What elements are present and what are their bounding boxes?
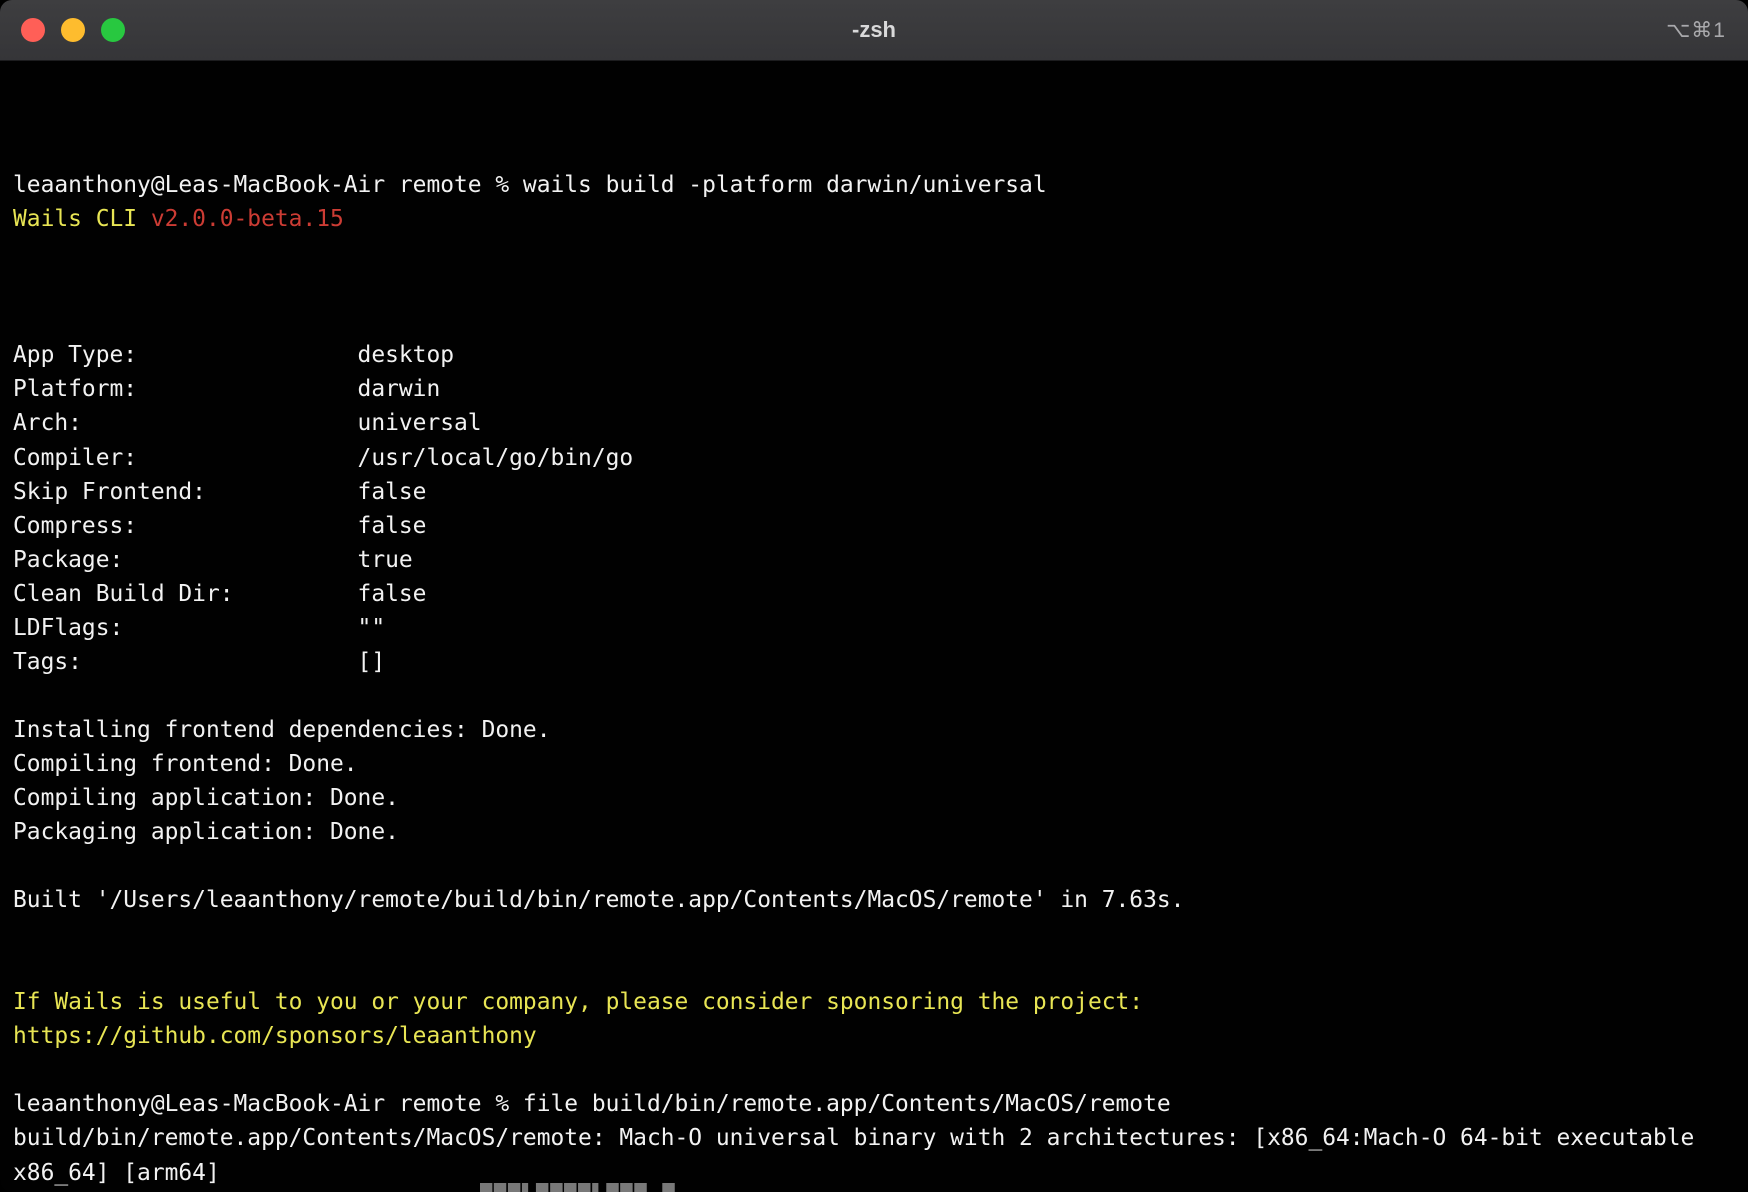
terminal-line: [13, 679, 1735, 713]
text-segment: build/bin/remote.app/Contents/MacOS/remo…: [13, 1125, 1694, 1151]
text-segment: v2.0.0-beta.15: [151, 206, 344, 232]
traffic-lights: [0, 18, 125, 42]
text-segment: Package: true: [13, 547, 413, 573]
terminal-line: Arch: universal: [13, 406, 1735, 440]
terminal-line: [13, 1053, 1735, 1087]
terminal-line: Package: true: [13, 543, 1735, 577]
terminal-line: Compiler: /usr/local/go/bin/go: [13, 441, 1735, 475]
text-segment: If Wails is useful to you or your compan…: [13, 989, 1143, 1015]
terminal-line: If Wails is useful to you or your compan…: [13, 985, 1735, 1019]
text-segment: Wails CLI: [13, 206, 151, 232]
terminal-line: Installing frontend dependencies: Done.: [13, 713, 1735, 747]
window-shortcut-badge: ⌥⌘1: [1666, 0, 1726, 60]
text-segment: Platform: darwin: [13, 376, 440, 402]
text-segment: x86_64] [arm64]: [13, 1160, 220, 1186]
terminal-line: Tags: []: [13, 645, 1735, 679]
titlebar[interactable]: -zsh ⌥⌘1: [0, 0, 1748, 61]
terminal-line: leaanthony@Leas-MacBook-Air remote % wai…: [13, 168, 1735, 202]
text-segment: App Type: desktop: [13, 342, 454, 368]
zoom-button[interactable]: [101, 18, 125, 42]
terminal-line: [13, 236, 1735, 270]
text-segment: leaanthony@Leas-MacBook-Air remote % fil…: [13, 1091, 1171, 1117]
terminal-line: build/bin/remote.app/Contents/MacOS/remo…: [13, 1121, 1735, 1155]
terminal-line: [13, 951, 1735, 985]
terminal-line: Skip Frontend: false: [13, 475, 1735, 509]
terminal-line: Compress: false: [13, 509, 1735, 543]
terminal-line: Clean Build Dir: false: [13, 577, 1735, 611]
terminal-line: Compiling frontend: Done.: [13, 747, 1735, 781]
terminal-window: -zsh ⌥⌘1 █▛▜▌▛█▜▛▌█▛▜ ▛ leaanthony@Leas-…: [0, 0, 1748, 1192]
terminal-line: Platform: darwin: [13, 372, 1735, 406]
text-segment: Compiling application: Done.: [13, 785, 399, 811]
text-segment: https://github.com/sponsors/leaanthony: [13, 1023, 537, 1049]
terminal-line: [13, 849, 1735, 883]
terminal-line: LDFlags: "": [13, 611, 1735, 645]
terminal-line: leaanthony@Leas-MacBook-Air remote % fil…: [13, 1087, 1735, 1121]
terminal-output[interactable]: █▛▜▌▛█▜▛▌█▛▜ ▛ leaanthony@Leas-MacBook-A…: [0, 61, 1748, 1192]
terminal-line: [13, 917, 1735, 951]
text-segment: Compiling frontend: Done.: [13, 751, 358, 777]
terminal-line: x86_64] [arm64]: [13, 1156, 1735, 1190]
terminal-line: [13, 304, 1735, 338]
text-segment: Tags: []: [13, 649, 385, 675]
terminal-line: Compiling application: Done.: [13, 781, 1735, 815]
clipped-glyphs: █▛▜▌▛█▜▛▌█▛▜ ▛: [480, 1183, 677, 1192]
text-segment: Clean Build Dir: false: [13, 581, 426, 607]
window-title: -zsh: [0, 0, 1748, 60]
terminal-line: App Type: desktop: [13, 338, 1735, 372]
terminal-line: Built '/Users/leaanthony/remote/build/bi…: [13, 883, 1735, 917]
text-segment: Skip Frontend: false: [13, 479, 426, 505]
terminal-line: https://github.com/sponsors/leaanthony: [13, 1019, 1735, 1053]
text-segment: Compress: false: [13, 513, 426, 539]
terminal-line: [13, 270, 1735, 304]
terminal-line: Packaging application: Done.: [13, 815, 1735, 849]
terminal-line: Wails CLI v2.0.0-beta.15: [13, 202, 1735, 236]
text-segment: LDFlags: "": [13, 615, 385, 641]
text-segment: Installing frontend dependencies: Done.: [13, 717, 550, 743]
text-segment: leaanthony@Leas-MacBook-Air remote % wai…: [13, 172, 1047, 198]
minimize-button[interactable]: [61, 18, 85, 42]
text-segment: Arch: universal: [13, 410, 482, 436]
text-segment: Packaging application: Done.: [13, 819, 399, 845]
text-segment: Compiler: /usr/local/go/bin/go: [13, 445, 633, 471]
text-segment: Built '/Users/leaanthony/remote/build/bi…: [13, 887, 1184, 913]
close-button[interactable]: [21, 18, 45, 42]
